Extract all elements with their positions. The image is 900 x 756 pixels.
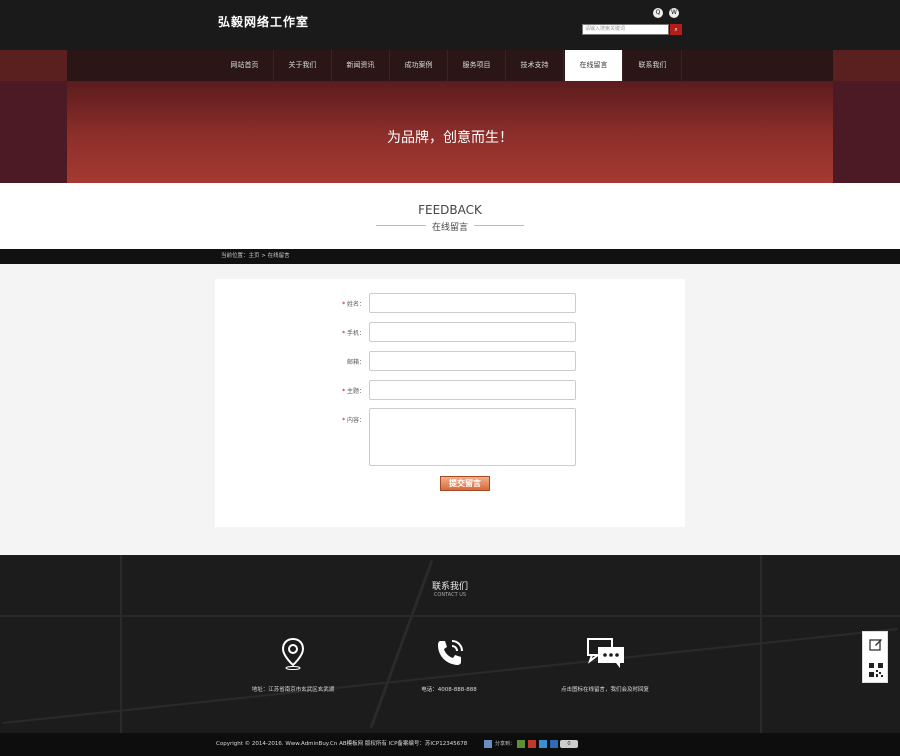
contact-phone[interactable]: 电话：4008-888-888: [359, 685, 539, 693]
share-renren-icon[interactable]: [550, 740, 558, 748]
qr-code-icon[interactable]: [868, 662, 884, 678]
phone-label: * 手机：: [342, 330, 365, 337]
nav-item-feedback[interactable]: 在线留言: [565, 50, 623, 81]
section-title-cn: 在线留言: [431, 223, 468, 233]
search-button[interactable]: ⌕: [670, 24, 682, 35]
contact-message[interactable]: 点击图标在线留言，我们会及时回复: [515, 685, 695, 693]
phone-icon: [438, 640, 463, 665]
site-header: 弘毅网络工作室 Q W 请输入搜索关键词 ⌕: [0, 0, 900, 50]
chat-bubble-icon: [587, 638, 624, 668]
contact-subtitle: CONTACT US: [433, 592, 467, 598]
nav-left-pad: [0, 50, 67, 81]
nav-item-home[interactable]: 网站首页: [216, 50, 274, 81]
nav-item-about[interactable]: 关于我们: [274, 50, 332, 81]
section-title: FEEDBACK 在线留言: [0, 183, 900, 249]
breadcrumb-text[interactable]: 当前位置：主页 > 在线留言: [221, 249, 290, 264]
contact-title: 联系我们: [431, 582, 468, 592]
nav-item-support[interactable]: 技术支持: [506, 50, 564, 81]
share-qzone-icon[interactable]: [517, 740, 525, 748]
share-icon[interactable]: [484, 740, 492, 748]
weibo-icon[interactable]: W: [669, 8, 679, 18]
subject-field[interactable]: [369, 380, 576, 400]
email-field[interactable]: [369, 351, 576, 371]
feedback-form: * 姓名： * 手机： 邮箱： * 主题： * 内容： 提交留言: [215, 279, 685, 527]
phone-field[interactable]: [369, 322, 576, 342]
main-nav: 网站首页 关于我们 新闻资讯 成功案例 服务项目 技术支持 在线留言 联系我们: [0, 50, 900, 81]
share-tencent-icon[interactable]: [539, 740, 547, 748]
content-textarea[interactable]: [369, 408, 576, 466]
submit-button[interactable]: 提交留言: [440, 476, 490, 491]
nav-item-news[interactable]: 新闻资讯: [332, 50, 390, 81]
share-weibo-icon[interactable]: [528, 740, 536, 748]
nav-item-services[interactable]: 服务项目: [448, 50, 506, 81]
map-background: [0, 615, 900, 617]
share-count: 0: [560, 740, 578, 748]
edit-icon[interactable]: [869, 637, 883, 651]
content-label: * 内容：: [342, 417, 365, 424]
nav-item-cases[interactable]: 成功案例: [390, 50, 448, 81]
contact-address: 地址：江苏省南京市玄武区玄武湖: [251, 687, 335, 693]
banner-slogan: 为品牌，创意而生！: [387, 130, 513, 146]
copyright-text: Copyright © 2014-2016. Www.AdminBuy.Cn A…: [216, 741, 468, 747]
nav-item-contact[interactable]: 联系我们: [624, 50, 682, 81]
qq-icon[interactable]: Q: [653, 8, 663, 18]
name-label: * 姓名：: [342, 301, 365, 308]
search-input[interactable]: 请输入搜索关键词: [582, 24, 669, 35]
site-logo[interactable]: 弘毅网络工作室: [218, 13, 309, 30]
copyright-bar: Copyright © 2014-2016. Www.AdminBuy.Cn A…: [0, 733, 900, 756]
breadcrumb: 当前位置：主页 > 在线留言: [0, 249, 900, 264]
nav-right-pad: [833, 50, 900, 81]
floating-toolbar: [862, 631, 888, 683]
hero-banner: 为品牌，创意而生！: [0, 81, 900, 183]
email-label: 邮箱：: [346, 359, 365, 366]
title-divider-right: [474, 225, 524, 226]
name-field[interactable]: [369, 293, 576, 313]
subject-label: * 主题：: [342, 388, 365, 395]
nav-bar: 网站首页 关于我们 新闻资讯 成功案例 服务项目 技术支持 在线留言 联系我们: [67, 50, 833, 81]
location-pin-icon: [281, 637, 305, 670]
contact-footer: 联系我们 CONTACT US 地址：江苏省南京市玄武区玄武湖 电话：4008-…: [0, 555, 900, 733]
search-icon: ⌕: [674, 26, 678, 33]
section-title-en: FEEDBACK: [418, 203, 482, 217]
search-form: 请输入搜索关键词 ⌕: [582, 24, 682, 35]
